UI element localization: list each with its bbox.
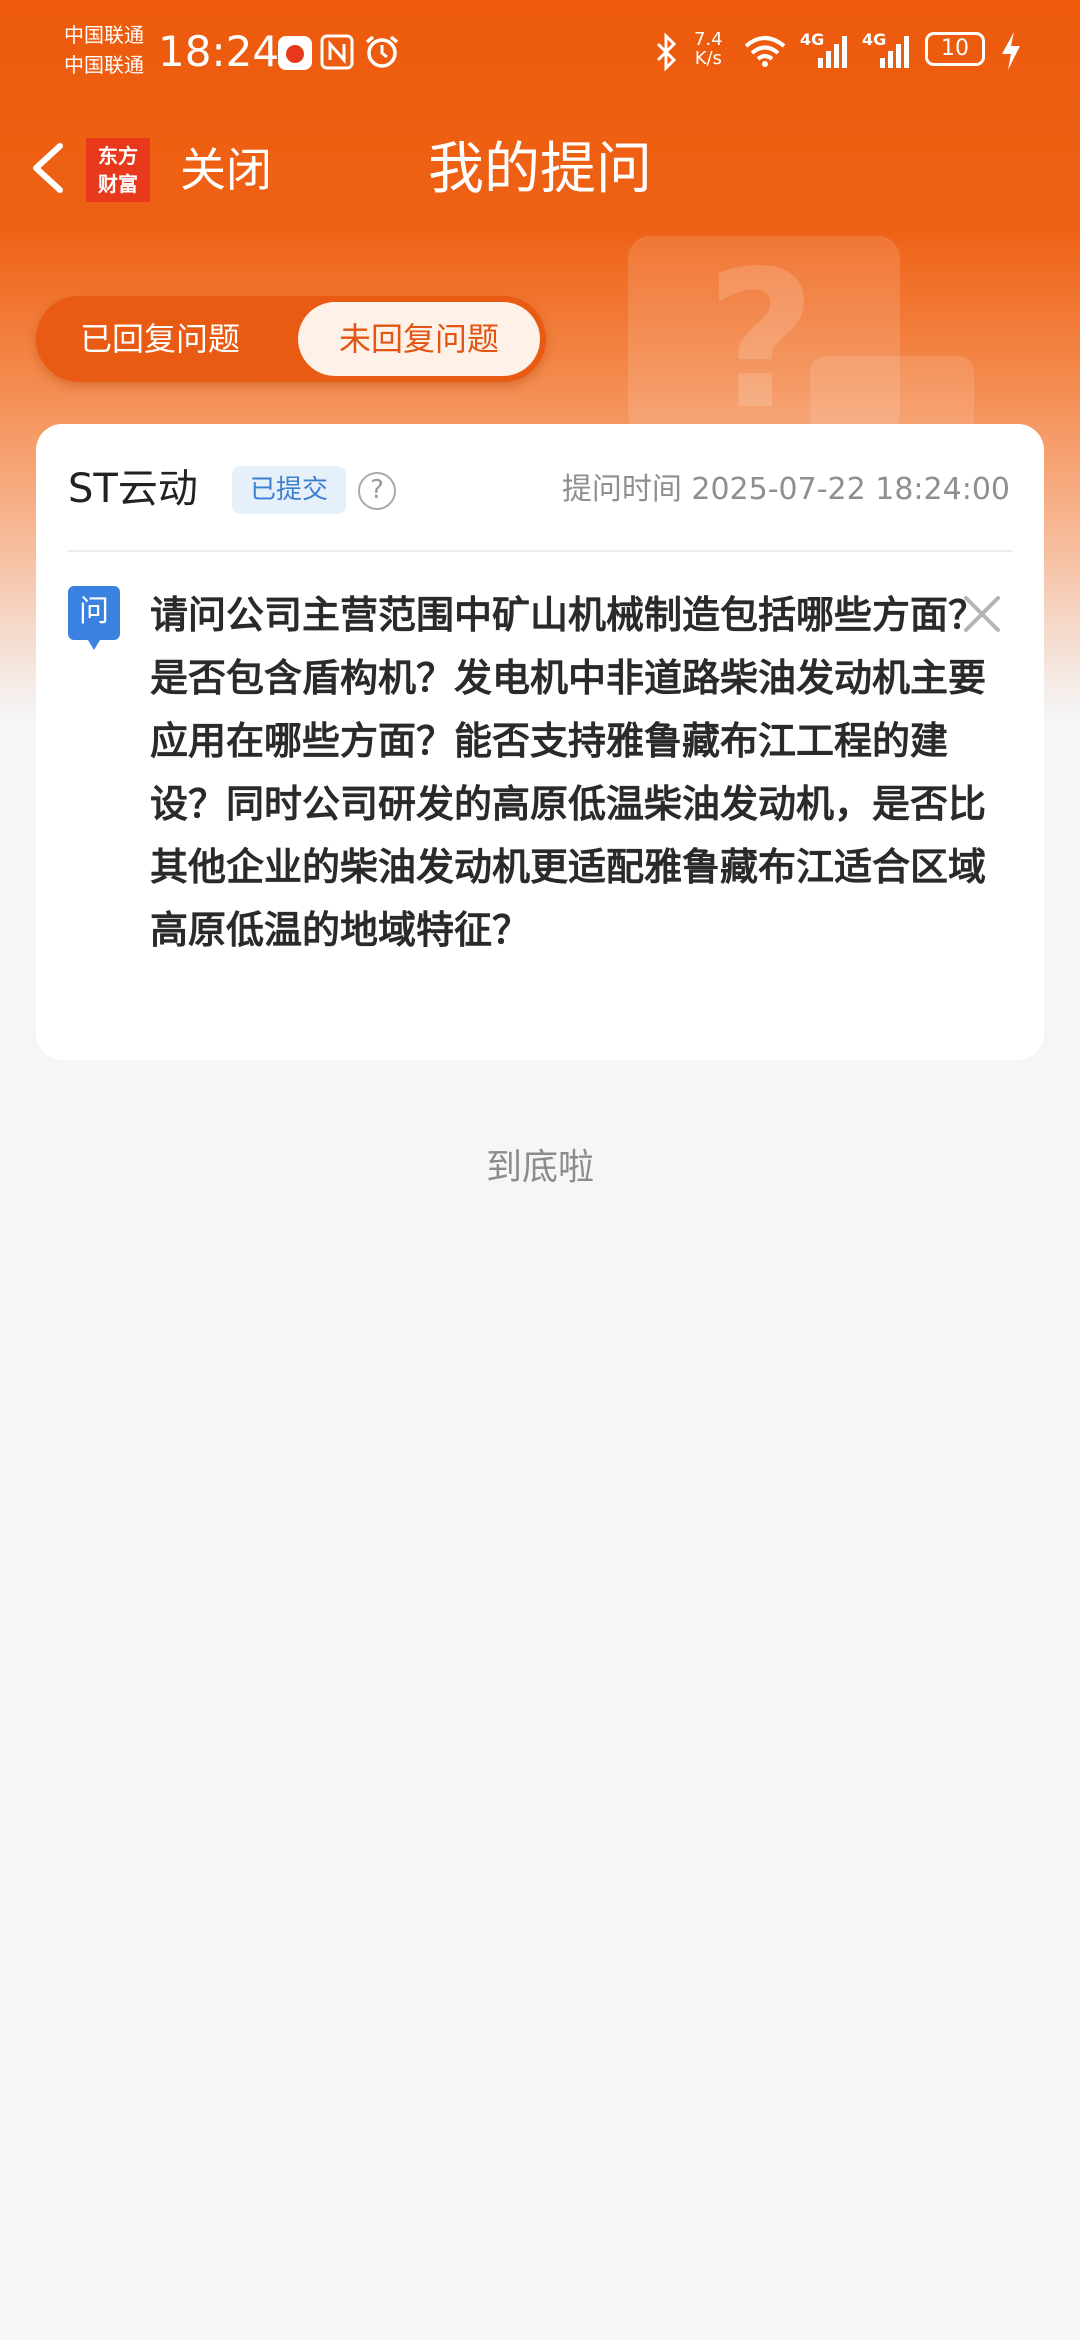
bluetooth-icon [656,32,677,72]
wifi-icon [744,36,786,67]
ask-time: 提问时间 2025-07-22 18:24:00 [562,468,1010,512]
question-card: ST云动 已提交 ? 提问时间 2025-07-22 18:24:00 问 请问… [36,424,1044,1060]
divider [68,550,1012,552]
question-tabs: 已回复问题 未回复问题 [36,296,546,382]
net-speed: 7.4 K/s [694,30,723,70]
net-speed-unit: K/s [694,48,722,69]
delete-question-icon[interactable] [960,592,1004,636]
end-of-list-text: 到底啦 [485,1147,594,1188]
net-speed-value: 7.4 [694,29,723,50]
question-text: 请问公司主营范围中矿山机械制造包括哪些方面？是否包含盾构机？发电机中非道路柴油发… [150,593,987,952]
signal-icon-2 [880,36,909,68]
alarm-icon [365,35,399,68]
decorative-question-mark-icon: ? [706,230,817,451]
ask-time-value: 2025-07-22 18:24:00 [691,472,1010,507]
carrier-1: 中国联通 [64,23,144,47]
signal-icon [818,36,847,68]
page-title: 我的提问 [428,137,652,202]
nfc-icon [320,34,354,70]
carrier-2: 中国联通 [64,53,144,77]
battery-indicator: 10 [925,32,985,66]
status-badge: 已提交 [232,466,346,514]
question-icon: 问 [68,586,120,650]
status-bar: 中国联通 中国联通 18:24 7.4 K/s 4G 4G 10 [0,0,1080,100]
huawei-app-icon [278,36,312,70]
tab-unreplied-questions[interactable]: 未回复问题 [298,302,540,376]
status-time: 18:24 [158,27,280,76]
help-icon[interactable]: ? [358,472,396,510]
charging-icon [1002,32,1020,70]
ask-time-label: 提问时间 [561,472,682,507]
carrier-info: 中国联通 中国联通 [64,20,144,80]
tab-replied-questions[interactable]: 已回复问题 [42,302,278,376]
company-name[interactable]: ST云动 [68,462,198,516]
